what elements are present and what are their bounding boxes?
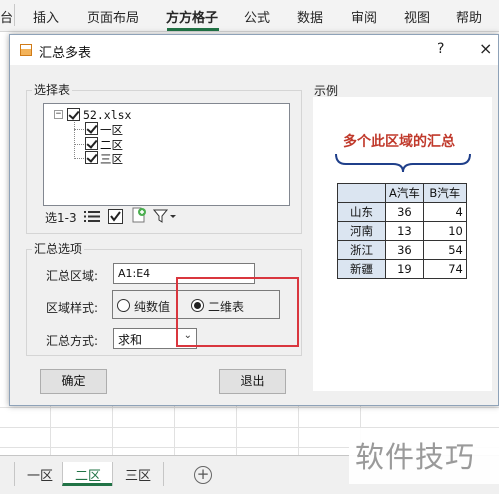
root-checkbox[interactable]	[67, 108, 80, 121]
brace-icon	[333, 152, 473, 177]
example-cell: 13	[385, 221, 424, 241]
ok-button[interactable]: 确定	[40, 369, 107, 394]
example-header-b: B汽车	[422, 183, 467, 203]
select-sheets-group-label: 选择表	[32, 81, 73, 98]
summarize-sheets-dialog: 汇总多表 ? × 选择表 − 52.xlsx 一区 二区 三区 选1-3 汇总选…	[9, 34, 499, 406]
ribbon: 台 插入 页面布局 方方格子 公式 数据 审阅 视图 帮助	[0, 0, 499, 32]
ribbon-tab-insert[interactable]: 插入	[33, 7, 59, 26]
plain-values-radio[interactable]	[117, 299, 130, 312]
help-button[interactable]: ?	[437, 41, 444, 57]
refresh-icon[interactable]	[131, 207, 147, 223]
ribbon-tab-review[interactable]: 审阅	[351, 7, 377, 26]
sheet-tab-3[interactable]: 三区	[112, 462, 165, 486]
ribbon-tab-partial[interactable]: 台	[0, 7, 13, 26]
example-cell: 36	[385, 240, 424, 260]
ribbon-tab-fangfang[interactable]: 方方格子	[166, 7, 218, 26]
sheet-checkbox-1[interactable]	[85, 122, 98, 135]
example-header-corner	[337, 183, 386, 203]
summary-options-group-label: 汇总选项	[32, 240, 85, 257]
summary-method-value: 求和	[118, 333, 143, 347]
check-all-icon[interactable]	[108, 209, 124, 224]
list-icon[interactable]	[84, 210, 100, 223]
sheet-tree[interactable]: − 52.xlsx 一区 二区 三区	[43, 103, 290, 206]
ribbon-tab-formulas[interactable]: 公式	[244, 7, 270, 26]
summary-range-label: 汇总区域:	[46, 269, 99, 283]
summary-method-label: 汇总方式:	[46, 334, 99, 348]
ribbon-tab-data[interactable]: 数据	[297, 7, 323, 26]
highlight-box	[176, 277, 299, 347]
sheet-checkbox-2[interactable]	[85, 137, 98, 150]
example-row-label: 新疆	[337, 259, 386, 279]
sheet-name-1: 一区	[100, 123, 123, 137]
dialog-titlebar[interactable]: 汇总多表 ? ×	[10, 35, 498, 65]
example-cell: 54	[422, 240, 467, 260]
active-tab-underline	[167, 28, 219, 31]
ribbon-tab-page-layout[interactable]: 页面布局	[87, 7, 139, 26]
selection-count: 选1-3	[45, 211, 77, 225]
example-row-label: 浙江	[337, 240, 386, 260]
example-panel: 多个此区域的汇总 A汽车 B汽车 山东 36 4 河南 13 10 浙江 36 …	[313, 97, 492, 391]
exit-button[interactable]: 退出	[219, 369, 286, 394]
example-cell: 10	[422, 221, 467, 241]
ribbon-tab-view[interactable]: 视图	[404, 7, 430, 26]
example-header-a: A汽车	[385, 183, 424, 203]
collapse-icon[interactable]: −	[54, 110, 63, 119]
add-sheet-icon[interactable]: +	[194, 466, 212, 484]
filter-icon[interactable]	[152, 209, 177, 223]
example-cell: 4	[422, 202, 467, 222]
ribbon-separator	[14, 4, 15, 26]
app-icon	[20, 44, 32, 56]
sheet-checkbox-3[interactable]	[85, 151, 98, 164]
example-table: A汽车 B汽车 山东 36 4 河南 13 10 浙江 36 54 新疆 19	[337, 183, 467, 279]
workbook-name: 52.xlsx	[83, 108, 132, 122]
example-cell: 19	[385, 259, 424, 279]
sheet-tab-1[interactable]: 一区	[14, 462, 67, 486]
range-style-label: 区域样式:	[46, 301, 99, 315]
example-cell: 36	[385, 202, 424, 222]
sheet-tab-2[interactable]: 二区	[62, 462, 115, 486]
example-cell: 74	[422, 259, 467, 279]
example-row-label: 河南	[337, 221, 386, 241]
sheet-name-3: 三区	[100, 152, 123, 166]
example-title: 多个此区域的汇总	[343, 134, 455, 150]
ribbon-tab-help[interactable]: 帮助	[456, 7, 482, 26]
watermark: 软件技巧	[349, 428, 499, 484]
dialog-title: 汇总多表	[39, 46, 92, 61]
plain-values-label[interactable]: 纯数值	[134, 298, 170, 315]
close-button[interactable]: ×	[479, 39, 492, 58]
example-row-label: 山东	[337, 202, 386, 222]
